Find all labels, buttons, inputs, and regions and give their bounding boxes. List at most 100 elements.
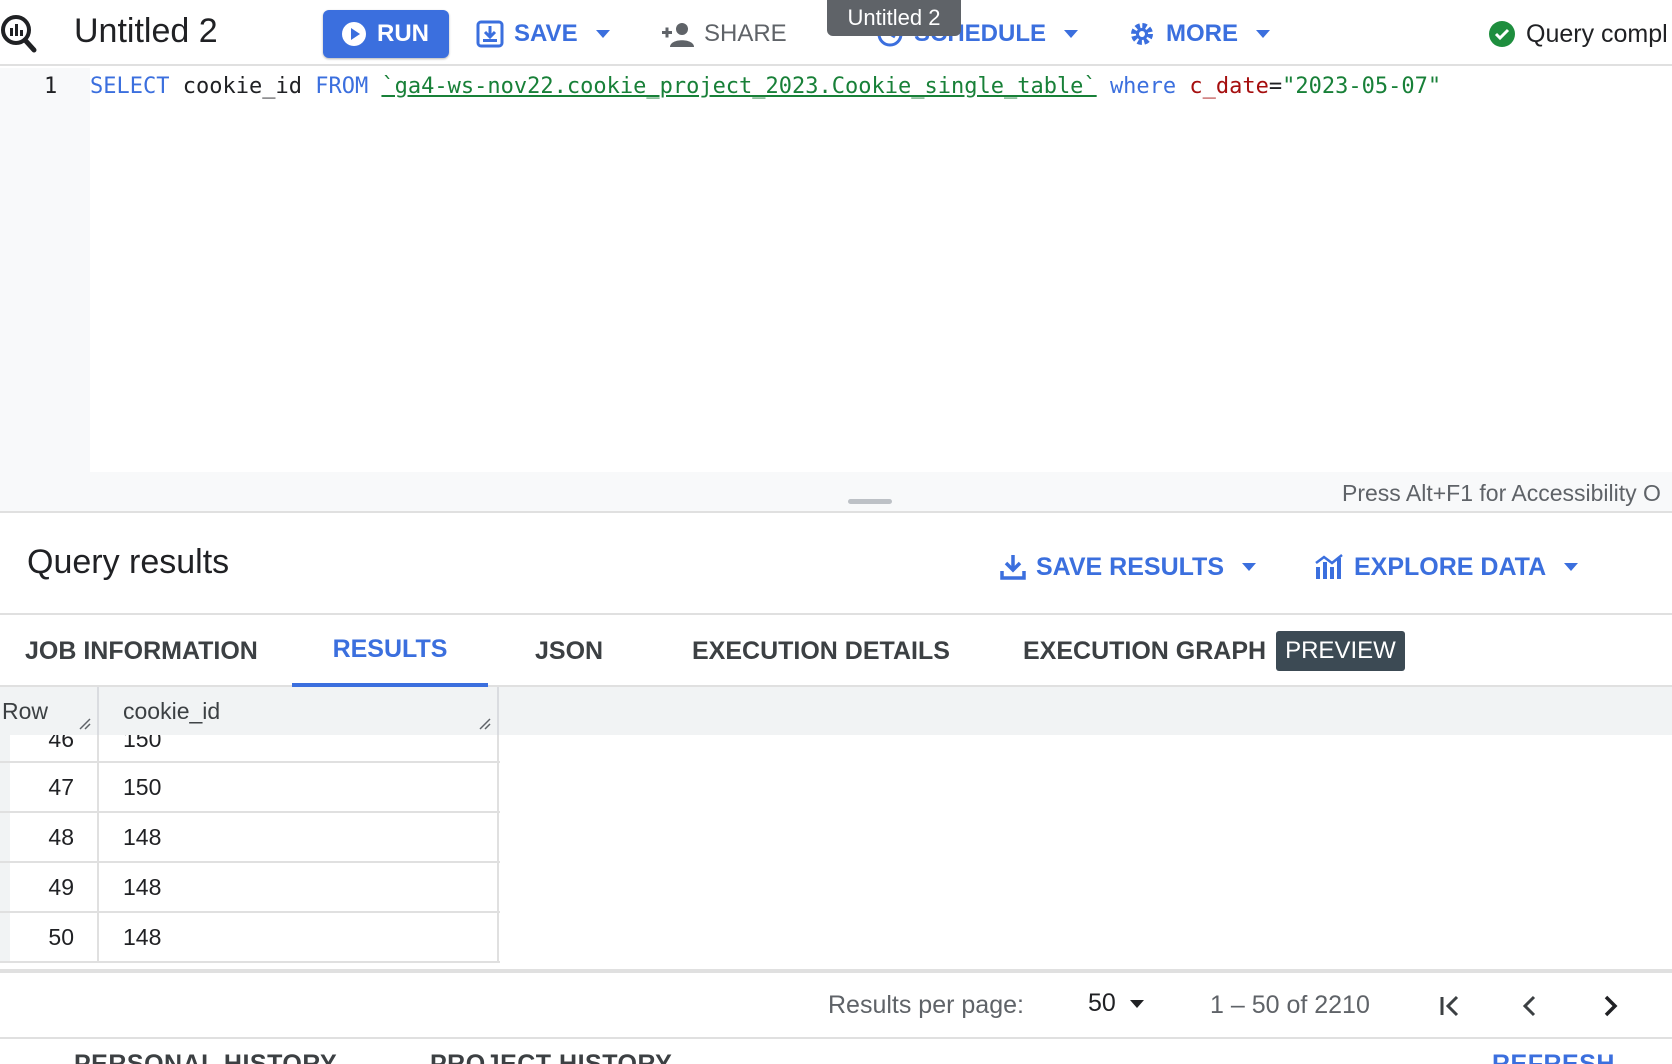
column-header-row[interactable]: Row	[2, 687, 48, 735]
chevron-down-icon	[595, 30, 610, 38]
line-number: 1	[44, 74, 58, 99]
results-title: Query results	[27, 543, 230, 581]
first-page-button[interactable]	[1430, 987, 1470, 1025]
accessibility-hint: Press Alt+F1 for Accessibility O	[1342, 480, 1661, 506]
keyword-from: FROM	[315, 74, 369, 99]
tab-label: JOB INFORMATION	[25, 636, 258, 665]
chevron-down-icon	[1256, 30, 1270, 38]
row-number: 50	[48, 923, 74, 950]
tab-label: EXECUTION DETAILS	[692, 636, 950, 665]
chevron-down-icon	[1064, 30, 1079, 38]
column-divider	[97, 735, 99, 763]
table-row[interactable]: 46 150	[0, 726, 500, 763]
query-status: Query compl	[1488, 12, 1668, 56]
table-row[interactable]: 48 148	[0, 813, 500, 863]
save-label: SAVE	[514, 20, 578, 47]
table-row[interactable]: 50 148	[0, 913, 500, 963]
page-range: 1 – 50 of 2210	[1210, 991, 1370, 1019]
column-header-cookie-id[interactable]: cookie_id	[123, 687, 220, 735]
download-icon	[1000, 555, 1026, 580]
column-divider	[497, 763, 499, 813]
play-icon	[342, 22, 366, 46]
tab-results[interactable]: RESULTS	[292, 615, 488, 687]
cookie-id-cell: 150	[123, 773, 162, 800]
run-button[interactable]: RUN	[323, 10, 449, 58]
column-divider	[97, 913, 99, 963]
chevron-down-icon	[1242, 563, 1256, 571]
column-name: cookie_id	[182, 74, 302, 99]
table-row[interactable]: 49 148	[0, 863, 500, 913]
previous-page-button[interactable]	[1510, 987, 1550, 1025]
chevron-right-icon	[1604, 995, 1618, 1017]
tab-personal-history[interactable]: PERSONAL HISTORY	[74, 1050, 337, 1064]
query-toolbar: Untitled 2 RUN SAVE SHARE SCHEDULE MORE …	[0, 0, 1672, 66]
explore-data-button[interactable]: EXPLORE DATA	[1314, 547, 1579, 587]
next-page-button[interactable]	[1590, 987, 1630, 1025]
tab-job-information[interactable]: JOB INFORMATION	[25, 615, 258, 687]
keyword-select: SELECT	[90, 74, 170, 99]
string-literal: "2023-05-07"	[1282, 74, 1442, 99]
check-circle-icon	[1489, 21, 1515, 47]
tab-label: EXECUTION GRAPH	[1023, 636, 1267, 665]
tab-label: JSON	[535, 636, 604, 665]
column-divider	[97, 863, 99, 913]
preview-badge: PREVIEW	[1276, 631, 1405, 671]
explore-data-label: EXPLORE DATA	[1354, 552, 1547, 581]
chevron-down-icon	[1564, 563, 1579, 571]
keyword-where: where	[1109, 74, 1177, 99]
panel-resize-handle[interactable]	[848, 499, 892, 504]
table-reference[interactable]: `ga4-ws-nov22.cookie_project_2023.Cookie…	[381, 74, 1096, 99]
table-header: Row cookie_id	[0, 687, 1672, 735]
tab-label: RESULTS	[332, 634, 448, 663]
tab-project-history[interactable]: PROJECT HISTORY	[430, 1050, 672, 1064]
row-number: 48	[48, 823, 74, 850]
resize-handle-icon[interactable]	[78, 717, 92, 731]
query-title[interactable]: Untitled 2	[74, 12, 218, 51]
save-button[interactable]: SAVE	[476, 12, 610, 56]
row-number: 47	[48, 773, 74, 800]
first-page-icon	[1440, 995, 1459, 1017]
per-page-select[interactable]: 50	[1088, 989, 1144, 1018]
line-gutter: 1	[0, 68, 90, 472]
save-results-label: SAVE RESULTS	[1036, 552, 1224, 581]
sql-editor[interactable]: 1 SELECT cookie_id FROM `ga4-ws-nov22.co…	[0, 68, 1672, 511]
results-panel: Query results SAVE RESULTS EXPLORE DATA …	[0, 511, 1672, 1064]
pagination-bar: Results per page: 50 1 – 50 of 2210	[0, 973, 1672, 1039]
column-divider	[97, 813, 99, 863]
tab-execution-details[interactable]: EXECUTION DETAILS	[692, 615, 950, 687]
refresh-button[interactable]: REFRESH	[1492, 1050, 1615, 1064]
cookie-id-cell: 148	[123, 923, 162, 950]
resize-handle-icon[interactable]	[478, 717, 492, 731]
column-divider	[497, 813, 499, 863]
cookie-id-cell: 148	[123, 823, 162, 850]
chevron-left-icon	[1522, 995, 1536, 1017]
column-divider	[97, 763, 99, 813]
code-area[interactable]: SELECT cookie_id FROM `ga4-ws-nov22.cook…	[90, 68, 1672, 472]
operator: =	[1268, 74, 1283, 99]
title-tooltip: Untitled 2	[827, 0, 961, 36]
per-page-label: Results per page:	[828, 991, 1024, 1019]
chevron-down-icon	[1129, 999, 1144, 1008]
field-name: c_date	[1189, 74, 1269, 99]
gear-icon	[1131, 23, 1153, 45]
code-line: SELECT cookie_id FROM `ga4-ws-nov22.cook…	[90, 74, 1441, 99]
more-button[interactable]: MORE	[1128, 12, 1270, 56]
history-bar: PERSONAL HISTORY PROJECT HISTORY REFRESH	[0, 1036, 1672, 1064]
tab-execution-graph[interactable]: EXECUTION GRAPH PREVIEW	[1023, 615, 1405, 687]
bigquery-logo-icon	[1, 15, 37, 53]
share-button[interactable]: SHARE	[662, 12, 787, 56]
save-icon	[476, 20, 504, 48]
results-table: 46 150 47 150 48 148 49 148 50 148 Row c…	[0, 687, 1672, 969]
add-person-icon	[662, 23, 694, 47]
table-body: 46 150 47 150 48 148 49 148 50 148	[0, 726, 500, 963]
chart-icon	[1315, 554, 1343, 579]
more-label: MORE	[1166, 20, 1238, 47]
column-divider	[97, 687, 99, 735]
status-text: Query compl	[1526, 19, 1668, 48]
column-divider	[497, 863, 499, 913]
results-tabs: JOB INFORMATION RESULTS JSON EXECUTION D…	[0, 613, 1672, 687]
column-divider	[497, 735, 499, 763]
tab-json[interactable]: JSON	[535, 615, 603, 687]
table-row[interactable]: 47 150	[0, 763, 500, 813]
save-results-button[interactable]: SAVE RESULTS	[1000, 547, 1256, 587]
